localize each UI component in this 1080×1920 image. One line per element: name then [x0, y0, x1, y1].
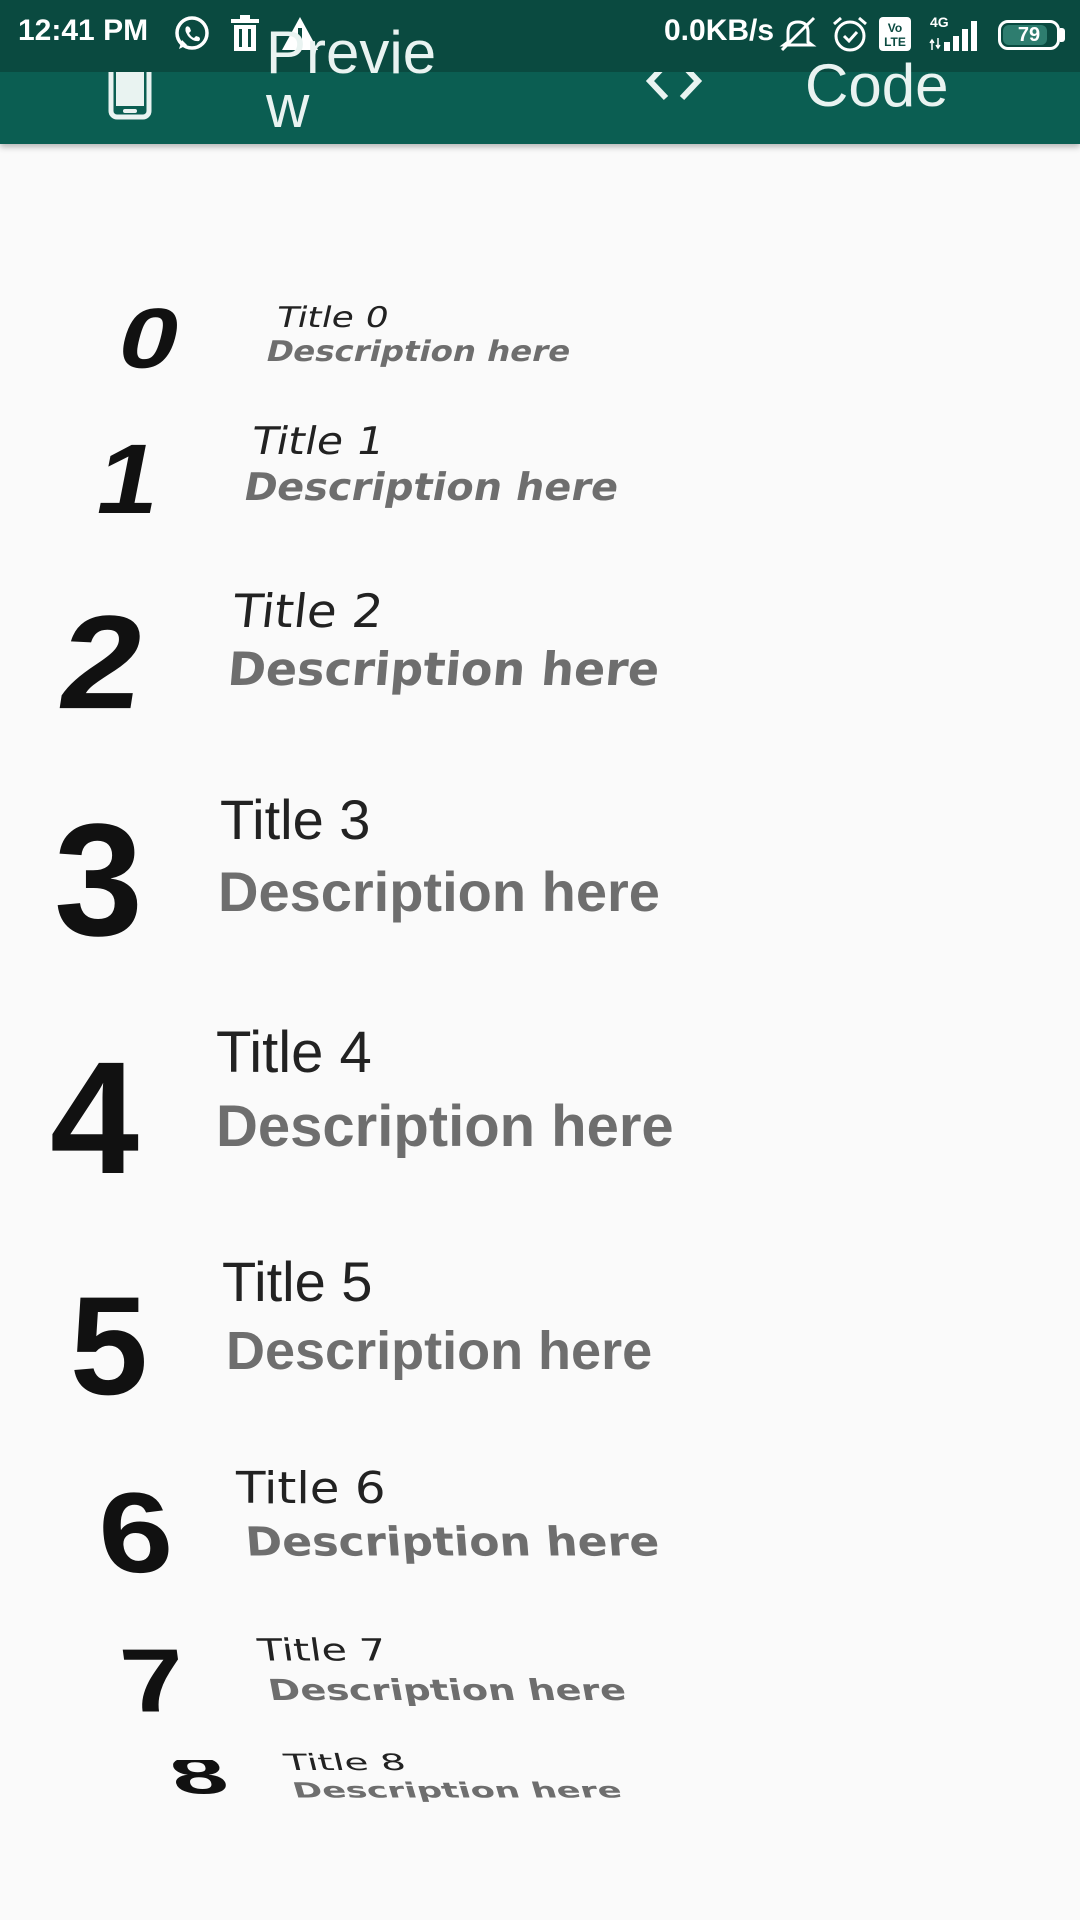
- item-description: Description here: [226, 1321, 653, 1381]
- signal-icon: [929, 21, 977, 51]
- item-title: Title 8: [281, 1749, 409, 1776]
- tab-preview-label[interactable]: Previe w: [266, 23, 436, 137]
- item-number: 5: [70, 1278, 148, 1398]
- item-title: Title 5: [222, 1250, 373, 1313]
- item-number: 3: [54, 800, 143, 946]
- item-description: Description here: [262, 335, 575, 369]
- status-time: 12:41 PM: [18, 14, 149, 47]
- item-number: 2: [50, 587, 156, 737]
- item-number: 8: [163, 1760, 235, 1805]
- tab-code-label[interactable]: Code: [805, 56, 948, 116]
- item-title: Title 6: [236, 1462, 386, 1514]
- item-number: 0: [120, 300, 192, 376]
- battery-icon: 79: [998, 20, 1060, 50]
- svg-text:LTE: LTE: [884, 35, 906, 49]
- item-title: Title 1: [247, 419, 389, 463]
- item-description: Description here: [218, 860, 660, 923]
- volte-icon: Vo LTE: [879, 17, 911, 51]
- item-title: Title 7: [255, 1633, 389, 1669]
- trash-icon: [231, 15, 259, 51]
- item-description: Description here: [216, 1094, 674, 1159]
- item-title: Title 3: [220, 788, 371, 851]
- item-title: Title 4: [216, 1020, 372, 1085]
- item-title: Title 2: [230, 584, 387, 638]
- item-description: Description here: [265, 1673, 629, 1708]
- item-description: Description here: [225, 642, 662, 696]
- item-description: Description here: [243, 1518, 661, 1565]
- item-number: 1: [87, 423, 171, 535]
- item-number: 7: [115, 1640, 193, 1722]
- mute-icon: [779, 16, 817, 52]
- battery-level: 79: [1017, 24, 1041, 46]
- whatsapp-icon: [175, 16, 209, 50]
- item-description: Description here: [240, 465, 623, 509]
- item-number: 6: [93, 1476, 178, 1580]
- svg-text:Vo: Vo: [888, 21, 902, 35]
- item-number: 4: [50, 1028, 139, 1207]
- item-title: Title 0: [273, 301, 393, 335]
- alarm-icon: [833, 16, 867, 52]
- item-description: Description here: [289, 1777, 625, 1803]
- network-speed: 0.0KB/s: [664, 14, 775, 47]
